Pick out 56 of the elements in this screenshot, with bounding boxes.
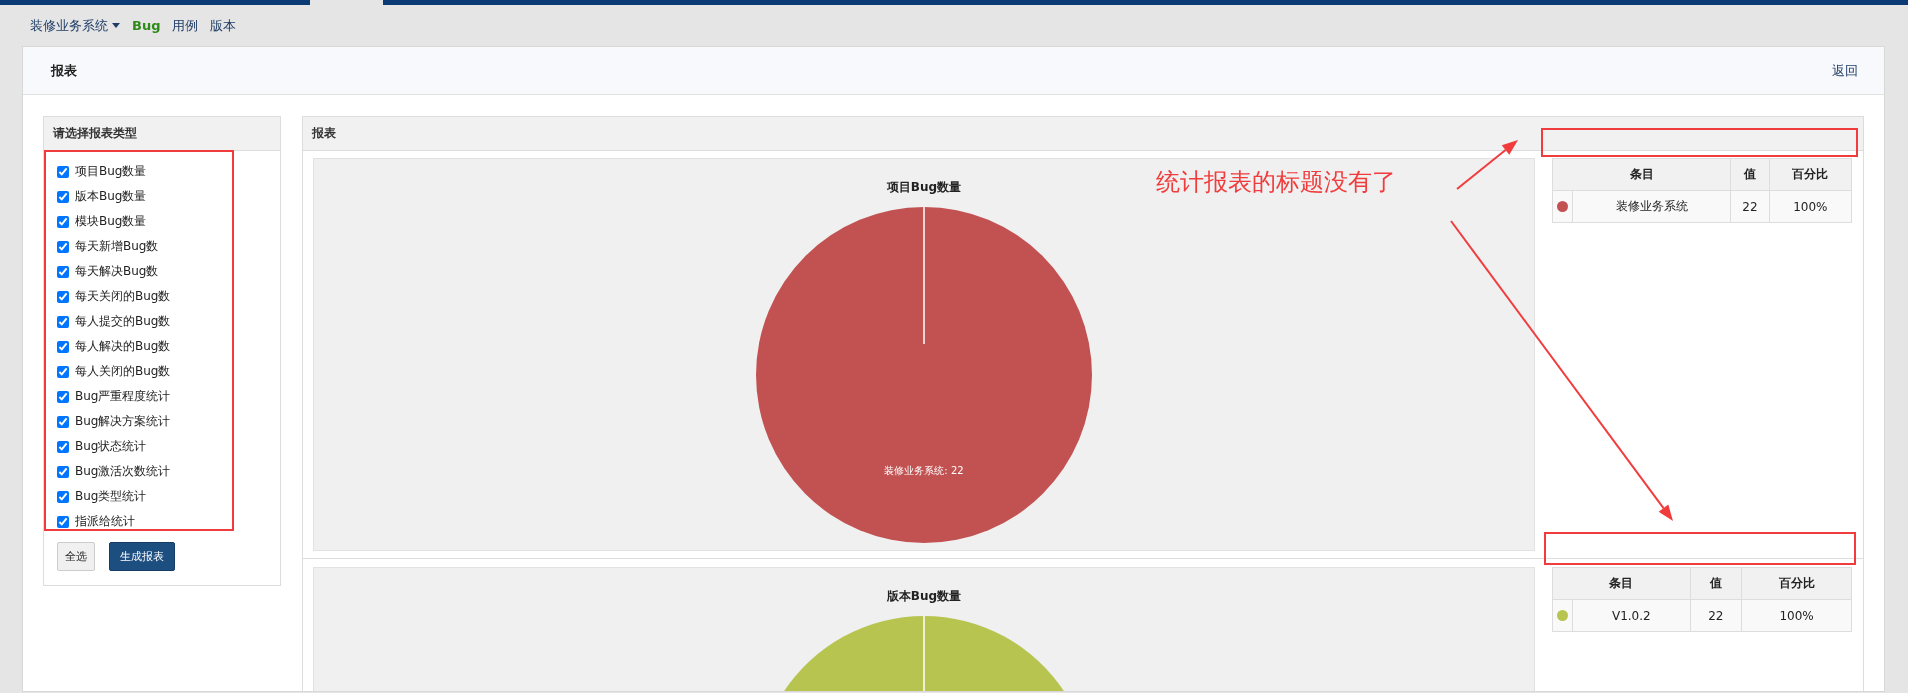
option-label: 每人提交的Bug数	[75, 313, 171, 330]
option-label: 每天关闭的Bug数	[75, 288, 171, 305]
checkbox[interactable]	[57, 390, 69, 403]
chart-title: 版本Bug数量	[886, 588, 962, 605]
option-label: 版本Bug数量	[75, 188, 147, 205]
checkbox[interactable]	[57, 465, 69, 478]
column-header: 值	[1690, 567, 1742, 600]
option-label: 每天解决Bug数	[75, 263, 159, 280]
column-header: 条目	[1552, 158, 1731, 191]
column-header: 条目	[1552, 567, 1691, 600]
checkbox[interactable]	[57, 240, 69, 253]
chart-title: 项目Bug数量	[886, 179, 962, 196]
nav-link[interactable]: 版本	[210, 16, 237, 35]
checkbox[interactable]	[57, 265, 69, 278]
column-header: 值	[1730, 158, 1770, 191]
checkbox[interactable]	[57, 190, 69, 203]
checkbox[interactable]	[57, 290, 69, 303]
select-all-button[interactable]: 全选	[57, 542, 95, 571]
option-label: 每天新增Bug数	[75, 238, 159, 255]
annotation-arrow	[1456, 140, 1518, 190]
checkbox[interactable]	[57, 215, 69, 228]
checkbox[interactable]	[57, 490, 69, 503]
option-label: Bug类型统计	[75, 488, 147, 505]
checkbox[interactable]	[57, 415, 69, 428]
option-label: 每人解决的Bug数	[75, 338, 171, 355]
table-cell: 装修业务系统	[1572, 190, 1731, 223]
checkbox[interactable]	[57, 340, 69, 353]
project-dropdown[interactable]: 装修业务系统	[30, 16, 120, 35]
panel-title: 请选择报表类型	[44, 117, 280, 151]
page-title: 报表	[51, 61, 77, 80]
option-label: Bug激活次数统计	[75, 463, 171, 480]
option-label: 项目Bug数量	[75, 163, 147, 180]
back-link[interactable]: 返回	[1832, 61, 1858, 80]
table-cell: 100%	[1769, 190, 1852, 223]
caret-icon	[112, 23, 120, 28]
option-label: Bug解决方案统计	[75, 413, 171, 430]
slice-label: 装修业务系统: 22	[884, 465, 964, 476]
option-label: Bug严重程度统计	[75, 388, 171, 405]
panel-title: 报表	[303, 117, 1863, 151]
checkbox[interactable]	[57, 365, 69, 378]
column-header: 百分比	[1741, 567, 1852, 600]
column-header: 百分比	[1769, 158, 1852, 191]
option-label: 每人关闭的Bug数	[75, 363, 171, 380]
table-cell: V1.0.2	[1572, 599, 1691, 632]
nav-link[interactable]: 用例	[172, 16, 199, 35]
table-cell: 22	[1690, 599, 1742, 632]
option-label: 指派给统计	[75, 513, 135, 530]
checkbox[interactable]	[57, 165, 69, 178]
annotation-note: 统计报表的标题没有了	[1156, 167, 1396, 198]
checkbox[interactable]	[57, 515, 69, 528]
checkbox[interactable]	[57, 440, 69, 453]
generate-button[interactable]: 生成报表	[109, 542, 175, 571]
option-label: 模块Bug数量	[75, 213, 147, 230]
checkbox[interactable]	[57, 315, 69, 328]
table-cell: 100%	[1741, 599, 1852, 632]
option-label: Bug状态统计	[75, 438, 147, 455]
